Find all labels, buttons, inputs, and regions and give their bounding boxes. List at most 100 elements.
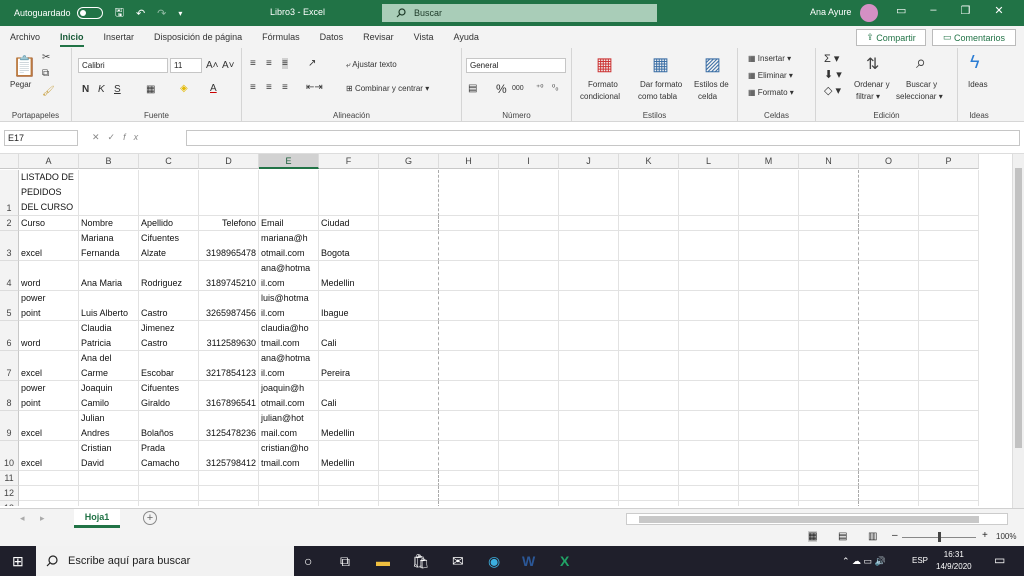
grid-cell[interactable]	[79, 471, 139, 486]
grid-cell[interactable]	[919, 441, 979, 471]
grid-cell[interactable]	[859, 501, 919, 506]
grid-cell[interactable]	[919, 381, 979, 411]
grid-cell[interactable]	[859, 411, 919, 441]
add-sheet-icon[interactable]: +	[143, 511, 157, 525]
grid-cell[interactable]	[679, 231, 739, 261]
grid-cell[interactable]	[739, 381, 799, 411]
grid-cell[interactable]	[499, 471, 559, 486]
accounting-icon[interactable]: ▤	[468, 83, 477, 94]
grid-cell[interactable]	[379, 170, 439, 216]
grid-cell[interactable]: joaquin@h otmail.com	[259, 381, 319, 411]
windows-start-icon[interactable]: ⊞	[12, 553, 24, 570]
row-header[interactable]: 3	[0, 231, 19, 261]
grid-cell[interactable]	[499, 411, 559, 441]
ideas-label[interactable]: Ideas	[968, 80, 988, 89]
format-table-icon[interactable]: ▦	[652, 54, 669, 75]
number-format-select[interactable]: General	[466, 58, 566, 73]
vertical-scroll-thumb[interactable]	[1015, 168, 1022, 448]
prev-sheet-icon[interactable]: ◂	[20, 513, 25, 524]
grid-cell[interactable]	[499, 216, 559, 231]
grid-cell[interactable]	[139, 471, 199, 486]
grid-cell[interactable]: excel	[19, 441, 79, 471]
grid-cell[interactable]	[919, 170, 979, 216]
excel-icon[interactable]: X	[560, 553, 569, 569]
tab-vista[interactable]: Vista	[414, 32, 434, 42]
column-header-j[interactable]: J	[559, 154, 619, 169]
grid-cell[interactable]	[439, 291, 499, 321]
grid-cell[interactable]: word	[19, 321, 79, 351]
taskbar-search[interactable]: Escribe aquí para buscar	[36, 546, 294, 576]
grid-cell[interactable]: Prada Camacho	[139, 441, 199, 471]
grid-cell[interactable]	[739, 351, 799, 381]
grid-cell[interactable]	[679, 291, 739, 321]
grid-cell[interactable]	[499, 291, 559, 321]
grid-cell[interactable]: Joaquin Camilo	[79, 381, 139, 411]
grid-cell[interactable]	[439, 351, 499, 381]
grid-cell[interactable]	[859, 321, 919, 351]
grid-cell[interactable]	[799, 261, 859, 291]
grid-cell[interactable]	[919, 411, 979, 441]
grid-cell[interactable]	[559, 486, 619, 501]
column-header-h[interactable]: H	[439, 154, 499, 169]
spreadsheet-grid[interactable]: A B C D E F G H I J K L M N O P 1 LISTADO DE PEDIDOS DEL …	[0, 154, 1012, 506]
share-button[interactable]: ⇪ Compartir	[856, 29, 926, 46]
edge-icon[interactable]: ◉	[488, 553, 500, 570]
normal-view-icon[interactable]: ▦	[808, 531, 818, 542]
wrap-text-button[interactable]: ⤶ Ajustar texto	[346, 60, 397, 70]
borders-icon[interactable]: ▦	[146, 84, 155, 95]
grid-cell[interactable]	[439, 261, 499, 291]
grid-cell[interactable]: 3112589630	[199, 321, 259, 351]
minimize-icon[interactable]: –	[930, 4, 936, 17]
redo-icon[interactable]: ↷	[157, 7, 166, 20]
grid-cell[interactable]: Escobar	[139, 351, 199, 381]
grid-cell[interactable]	[439, 411, 499, 441]
grid-cell[interactable]	[919, 471, 979, 486]
grid-cell[interactable]	[919, 261, 979, 291]
grid-cell[interactable]	[679, 501, 739, 506]
row-header[interactable]: 9	[0, 411, 19, 441]
grid-cell[interactable]	[799, 216, 859, 231]
grid-cell[interactable]	[799, 501, 859, 506]
grid-cell[interactable]	[679, 471, 739, 486]
insert-cells-button[interactable]: ▦ Insertar ▾	[748, 54, 791, 63]
grid-cell[interactable]: Ana del Carme	[79, 351, 139, 381]
ribbon-display-icon[interactable]: ▭	[896, 4, 906, 17]
grid-cell[interactable]	[499, 261, 559, 291]
paste-icon[interactable]: 📋	[12, 54, 37, 79]
grid-cell[interactable]	[439, 381, 499, 411]
delete-cells-button[interactable]: ▦ Eliminar ▾	[748, 71, 793, 80]
grid-cell[interactable]: excel	[19, 231, 79, 261]
grid-cell[interactable]	[739, 231, 799, 261]
language-indicator[interactable]: ESP	[912, 556, 928, 565]
format-table-label2[interactable]: como tabla	[638, 92, 677, 101]
column-header-c[interactable]: C	[139, 154, 199, 169]
grid-cell[interactable]: 3125798412	[199, 441, 259, 471]
grid-cell[interactable]	[259, 471, 319, 486]
grid-cell[interactable]	[499, 351, 559, 381]
row-header[interactable]: 11	[0, 471, 19, 486]
search-box[interactable]: Buscar	[382, 4, 657, 22]
grid-cell[interactable]	[799, 170, 859, 216]
grid-cell[interactable]: Bogota	[319, 231, 379, 261]
comma-style-icon[interactable]: 000	[512, 85, 524, 92]
font-name-select[interactable]: Calibri	[78, 58, 168, 73]
grid-cell[interactable]	[559, 351, 619, 381]
grid-cell[interactable]	[199, 486, 259, 501]
page-break-icon[interactable]: ▥	[868, 531, 877, 542]
column-header-a[interactable]: A	[19, 154, 79, 169]
grid-cell[interactable]	[499, 321, 559, 351]
autosave-toggle[interactable]	[76, 7, 103, 19]
grid-cell[interactable]	[379, 411, 439, 441]
grid-cell[interactable]: 3265987456	[199, 291, 259, 321]
restore-icon[interactable]: ❐	[961, 4, 971, 17]
column-header-o[interactable]: O	[859, 154, 919, 169]
grid-cell[interactable]	[619, 501, 679, 506]
clock[interactable]: 16:31 14/9/2020	[936, 549, 972, 573]
grid-cell[interactable]	[499, 170, 559, 216]
grid-cell[interactable]	[199, 471, 259, 486]
grid-cell[interactable]: ana@hotma il.com	[259, 351, 319, 381]
grid-cell[interactable]	[679, 351, 739, 381]
find-label[interactable]: Buscar y	[906, 80, 937, 89]
grid-cell[interactable]: Jimenez Castro	[139, 321, 199, 351]
next-sheet-icon[interactable]: ▸	[40, 513, 45, 524]
